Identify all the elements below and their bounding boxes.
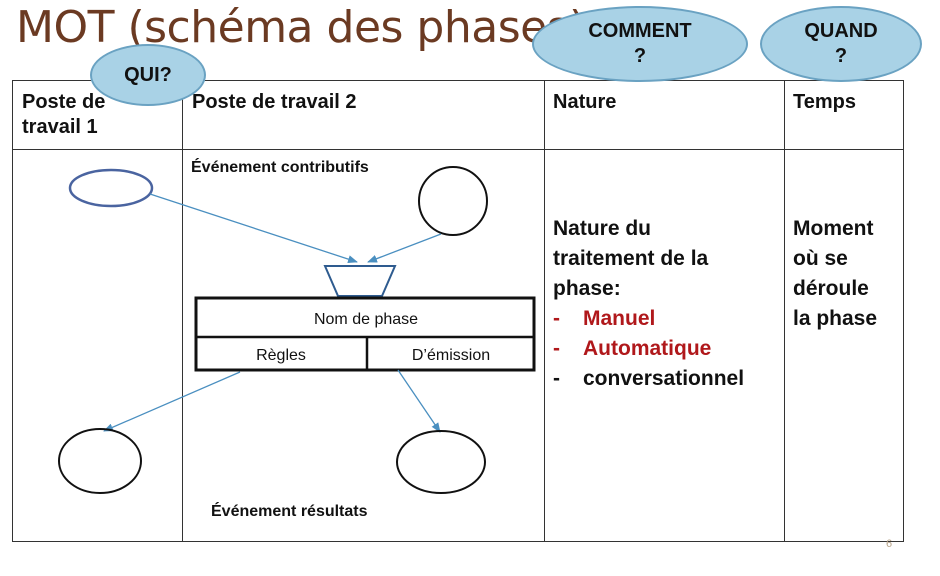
arrow-out-right bbox=[397, 369, 441, 433]
result-event-left bbox=[58, 428, 142, 494]
evenement-contributifs-label: Événement contributifs bbox=[191, 159, 369, 176]
qui-bubble: QUI? bbox=[90, 44, 206, 106]
page-number: 6 bbox=[886, 538, 893, 550]
list-item: - Automatique bbox=[553, 337, 712, 360]
nature-description: Nature du traitement de la phase: - Manue… bbox=[553, 214, 744, 394]
temps-description: Moment où se déroule la phase bbox=[793, 217, 878, 330]
list-item: - conversationnel bbox=[553, 367, 745, 390]
evenement-resultats-label: Événement résultats bbox=[211, 503, 368, 520]
regles-label: Règles bbox=[256, 347, 306, 364]
synchronization-trapezoid bbox=[323, 265, 397, 297]
list-item: - Manuel bbox=[553, 307, 656, 330]
emission-label: D’émission bbox=[412, 347, 490, 364]
result-event-right bbox=[396, 430, 486, 494]
event-ellipse-poste1 bbox=[68, 168, 154, 208]
arrow-in-left bbox=[149, 193, 358, 263]
nature-list: - Manuel - Automatique - conversationnel bbox=[553, 304, 744, 394]
quand-bubble: QUAND ? bbox=[760, 6, 922, 82]
arrow-in-right bbox=[367, 233, 442, 263]
event-circle-contributif bbox=[418, 166, 488, 236]
arrow-out-left bbox=[103, 371, 241, 432]
nom-de-phase-label: Nom de phase bbox=[314, 311, 418, 328]
comment-bubble: COMMENT ? bbox=[532, 6, 748, 82]
